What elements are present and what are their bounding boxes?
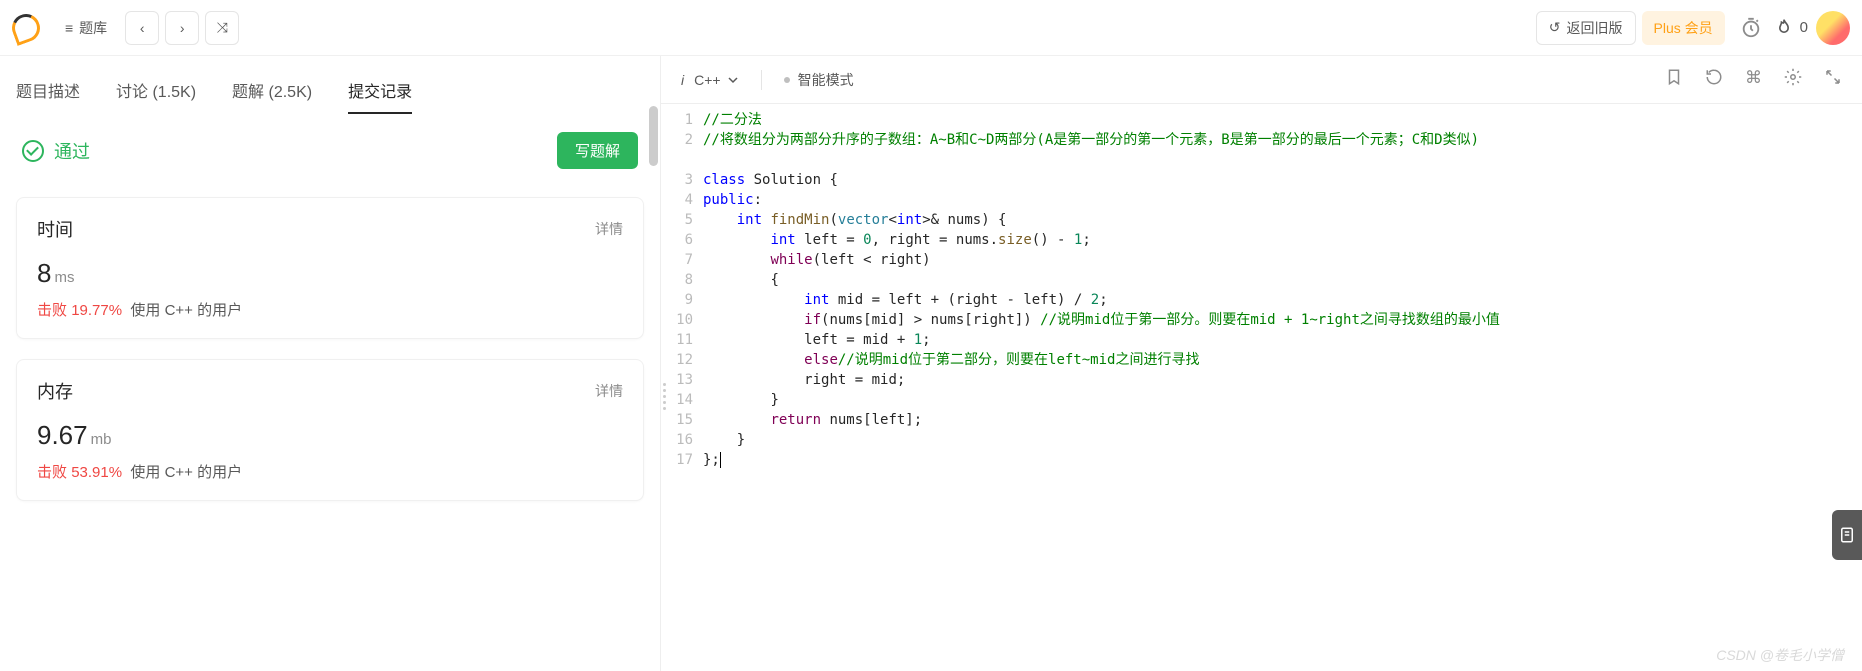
shortcut-icon[interactable]: ⌘ — [1745, 68, 1762, 91]
back-old-version-button[interactable]: ↺返回旧版 — [1536, 11, 1636, 45]
tab-submissions[interactable]: 提交记录 — [348, 68, 412, 114]
tab-solution[interactable]: 题解 (2.5K) — [232, 68, 312, 114]
main-split: 题目描述 讨论 (1.5K) 题解 (2.5K) 提交记录 通过 写题解 时间 … — [0, 56, 1862, 671]
bookmark-icon[interactable] — [1665, 68, 1683, 91]
result-row: 通过 写题解 — [0, 114, 660, 187]
code-editor[interactable]: 1234567891011121314151617 //二分法 //将数组分为两… — [661, 104, 1862, 671]
timer-icon[interactable] — [1734, 11, 1768, 45]
memory-card: 内存 详情 9.67mb 击败 53.91% 使用 C++ 的用户 — [16, 359, 644, 501]
settings-icon[interactable] — [1784, 68, 1802, 91]
split-handle[interactable] — [660, 376, 668, 416]
chevron-down-icon — [727, 74, 739, 86]
shuffle-button[interactable]: ⤨ — [205, 11, 239, 45]
memory-detail-link[interactable]: 详情 — [595, 381, 623, 401]
tab-discuss[interactable]: 讨论 (1.5K) — [116, 68, 196, 114]
top-bar: ≡题库 ‹ › ⤨ ↺返回旧版 Plus 会员 0 — [0, 0, 1862, 56]
time-detail-link[interactable]: 详情 — [595, 219, 623, 239]
memory-title: 内存 — [37, 378, 73, 404]
watermark: CSDN @卷毛小学僧 — [1716, 645, 1844, 665]
check-icon — [22, 140, 44, 162]
reset-icon[interactable] — [1705, 68, 1723, 91]
write-solution-button[interactable]: 写题解 — [557, 132, 638, 169]
avatar[interactable] — [1816, 11, 1850, 45]
fire-icon — [1774, 18, 1794, 38]
logo-icon[interactable] — [8, 10, 44, 46]
next-button[interactable]: › — [165, 11, 199, 45]
streak-count[interactable]: 0 — [1774, 18, 1808, 38]
time-beat: 击败 19.77% 使用 C++ 的用户 — [37, 299, 623, 320]
tab-description[interactable]: 题目描述 — [16, 68, 80, 114]
time-title: 时间 — [37, 216, 73, 242]
fullscreen-icon[interactable] — [1824, 68, 1842, 91]
memory-value: 9.67 — [37, 420, 88, 450]
text-cursor — [720, 452, 721, 468]
time-value: 8 — [37, 258, 51, 288]
smart-mode[interactable]: 智能模式 — [784, 70, 854, 90]
right-panel: iC++ 智能模式 ⌘ 1234567891011121314151617 // — [661, 56, 1862, 671]
dot-icon — [784, 77, 790, 83]
note-icon — [1838, 526, 1856, 544]
code-content: //二分法 //将数组分为两部分升序的子数组：A~B和C~D两部分(A是第一部分… — [703, 110, 1862, 671]
language-selector[interactable]: iC++ — [681, 72, 739, 88]
left-panel: 题目描述 讨论 (1.5K) 题解 (2.5K) 提交记录 通过 写题解 时间 … — [0, 56, 661, 671]
tab-bar: 题目描述 讨论 (1.5K) 题解 (2.5K) 提交记录 — [0, 56, 660, 114]
side-notes-tab[interactable] — [1832, 510, 1862, 560]
plus-member-button[interactable]: Plus 会员 — [1642, 11, 1725, 45]
scrollbar-thumb[interactable] — [649, 106, 658, 166]
memory-beat: 击败 53.91% 使用 C++ 的用户 — [37, 461, 623, 482]
prev-button[interactable]: ‹ — [125, 11, 159, 45]
status-accepted: 通过 — [22, 138, 90, 164]
problems-link[interactable]: ≡题库 — [53, 11, 119, 45]
time-card: 时间 详情 8ms 击败 19.77% 使用 C++ 的用户 — [16, 197, 644, 339]
editor-toolbar: iC++ 智能模式 ⌘ — [661, 56, 1862, 104]
